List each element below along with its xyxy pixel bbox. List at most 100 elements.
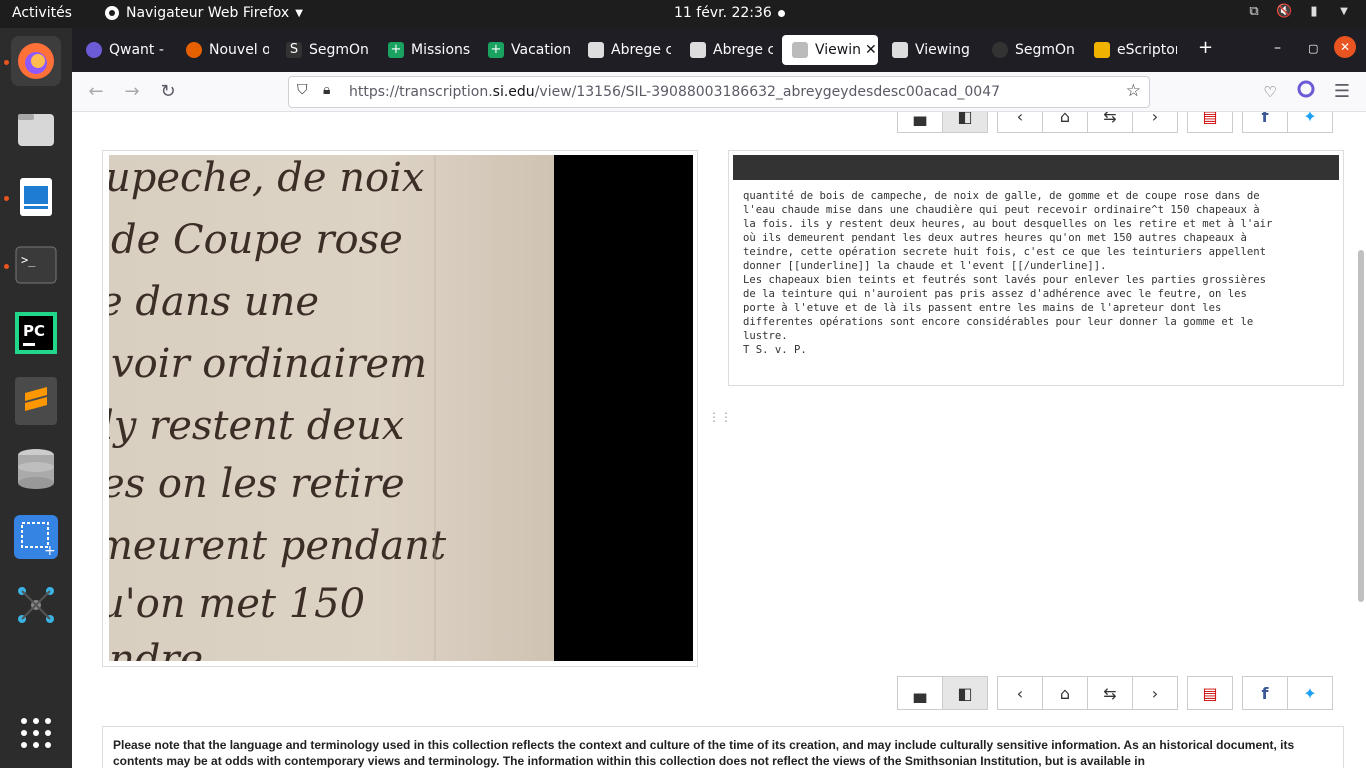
running-indicator: [4, 196, 9, 201]
shield-icon[interactable]: ⛉: [297, 82, 308, 98]
system-top-bar: Activités Navigateur Web Firefox ▼ 11 fé…: [0, 0, 1366, 28]
tab-viewing[interactable]: Viewing: [882, 35, 978, 65]
firefox-dock-icon[interactable]: [11, 36, 61, 86]
forward-icon[interactable]: →: [120, 80, 144, 104]
previous-page-button[interactable]: ‹: [997, 676, 1043, 710]
tab-qwant[interactable]: Qwant -: [76, 35, 172, 65]
reload-icon[interactable]: ↻: [156, 80, 180, 104]
back-icon[interactable]: ←: [84, 80, 108, 104]
page-scrollbar[interactable]: [1358, 250, 1364, 602]
switch-view-button[interactable]: ⇆: [1087, 112, 1133, 133]
maximize-icon[interactable]: ▢: [1308, 42, 1318, 55]
twitter-icon: ✦: [1303, 112, 1317, 126]
manuscript-line: upeche, de noix: [109, 155, 425, 201]
horizontal-layout-button[interactable]: ▄: [897, 676, 943, 710]
manuscript-line: e dans une: [109, 279, 319, 325]
pycharm-dock-icon[interactable]: PC: [11, 308, 61, 358]
home-button[interactable]: ⌂: [1042, 676, 1088, 710]
manuscript-image[interactable]: upeche, de noix de Coupe rose e dans une…: [109, 155, 693, 661]
chevron-down-icon: ▼: [1340, 6, 1348, 17]
next-page-button[interactable]: ›: [1132, 112, 1178, 133]
viewer-toolbar-top: ▄ ◧ ‹ ⌂ ⇆ › ▤ f ✦: [897, 112, 1333, 133]
terminal-dock-icon[interactable]: >_: [11, 240, 61, 290]
pdf-download-button[interactable]: ▤: [1187, 676, 1233, 710]
transcription-panel-header: [733, 155, 1339, 180]
bookmark-star-icon[interactable]: ☆: [1126, 81, 1141, 101]
app-menu[interactable]: Navigateur Web Firefox ▼: [104, 5, 303, 21]
manuscript-line: meurent pendant: [109, 523, 447, 569]
notification-dot-icon: [778, 10, 785, 17]
switch-view-button[interactable]: ⇆: [1087, 676, 1133, 710]
manuscript-handwriting: upeche, de noix de Coupe rose e dans une…: [109, 155, 447, 661]
network-graph-dock-icon[interactable]: [11, 580, 61, 630]
pdf-icon: ▤: [1202, 112, 1218, 126]
layout-horizontal-icon: ▄: [913, 683, 927, 703]
twitter-share-button[interactable]: ✦: [1287, 112, 1333, 133]
manuscript-image-panel[interactable]: upeche, de noix de Coupe rose e dans une…: [102, 150, 698, 667]
tab-abrege-2[interactable]: Abrege c: [680, 35, 776, 65]
menu-icon[interactable]: ☰: [1330, 80, 1354, 104]
tab-missions[interactable]: + Missions: [378, 35, 474, 65]
previous-page-button[interactable]: ‹: [997, 112, 1043, 133]
twitter-share-button[interactable]: ✦: [1287, 676, 1333, 710]
horizontal-layout-button[interactable]: ▄: [897, 112, 943, 133]
minimize-icon[interactable]: –: [1274, 40, 1281, 56]
facebook-icon: f: [1261, 683, 1269, 703]
writer-dock-icon[interactable]: [11, 172, 61, 222]
qwant-extension-icon[interactable]: [1294, 80, 1318, 104]
tab-viewing-active[interactable]: Viewin ✕: [782, 35, 878, 65]
chevron-left-icon: ‹: [1016, 112, 1024, 126]
screenshot-dock-icon[interactable]: +: [11, 512, 61, 562]
viewer-toolbar-bottom: ▄ ◧ ‹ ⌂ ⇆ › ▤ f ✦: [897, 676, 1333, 710]
pocket-icon[interactable]: ♡: [1258, 80, 1282, 104]
tab-abrege-1[interactable]: Abrege c: [578, 35, 674, 65]
transcription-icon: [892, 42, 908, 58]
page-content: ▄ ◧ ‹ ⌂ ⇆ › ▤ f ✦ upeche, de noix de Cou…: [72, 112, 1366, 768]
pdf-download-button[interactable]: ▤: [1187, 112, 1233, 133]
pdf-icon: ▤: [1202, 683, 1218, 703]
home-icon: ⌂: [1059, 112, 1071, 126]
files-dock-icon[interactable]: [11, 104, 61, 154]
tab-segmon[interactable]: S SegmOn: [276, 35, 372, 65]
dock: >_ PC +: [0, 28, 72, 768]
switch-icon: ⇆: [1103, 683, 1117, 703]
sheet-icon: +: [388, 42, 404, 58]
browser-tab-bar: Qwant - Nouvel o S SegmOn + Missions + V…: [72, 28, 1366, 72]
panel-resize-handle[interactable]: ⋮⋮: [708, 410, 732, 424]
tab-vacation[interactable]: + Vacation: [478, 35, 574, 65]
sheet-icon: +: [488, 42, 504, 58]
close-window-icon[interactable]: ✕: [1334, 36, 1356, 58]
segmon-icon: S: [286, 42, 302, 58]
transcription-icon: [792, 42, 808, 58]
new-tab-icon[interactable]: +: [1198, 37, 1213, 58]
chevron-down-icon: ▼: [295, 7, 303, 19]
vertical-layout-button[interactable]: ◧: [942, 676, 988, 710]
next-page-button[interactable]: ›: [1132, 676, 1178, 710]
running-indicator: [4, 264, 9, 269]
manuscript-line: ly restent deux: [109, 403, 404, 449]
activities-button[interactable]: Activités: [12, 5, 72, 21]
svg-text:PC: PC: [23, 322, 45, 340]
facebook-share-button[interactable]: f: [1242, 112, 1288, 133]
firefox-icon: [186, 42, 202, 58]
tab-segmon-github[interactable]: SegmOn: [982, 35, 1078, 65]
show-applications-icon[interactable]: [11, 708, 61, 758]
vertical-layout-button[interactable]: ◧: [942, 112, 988, 133]
manuscript-line: es on les retire: [109, 461, 405, 507]
database-dock-icon[interactable]: [11, 444, 61, 494]
manuscript-line: de Coupe rose: [111, 217, 403, 263]
home-button[interactable]: ⌂: [1042, 112, 1088, 133]
transcription-panel: quantité de bois de campeche, de noix de…: [728, 150, 1344, 386]
escriptorium-icon: [1094, 42, 1110, 58]
sublime-dock-icon[interactable]: [11, 376, 61, 426]
url-bar[interactable]: ⛉ 🔒︎ https://transcription.si.edu/view/1…: [288, 76, 1150, 108]
network-icon: ⧉: [1249, 4, 1259, 19]
system-tray[interactable]: ⧉ 🔇 ▮ ▼: [1246, 4, 1352, 20]
clock[interactable]: 11 févr. 22:36: [674, 5, 772, 21]
tab-escriptorium[interactable]: eScriptor: [1084, 35, 1180, 65]
tab-new-tab[interactable]: Nouvel o: [176, 35, 272, 65]
facebook-share-button[interactable]: f: [1242, 676, 1288, 710]
close-tab-icon[interactable]: ✕: [865, 42, 877, 58]
lock-icon[interactable]: 🔒︎: [323, 82, 330, 98]
chevron-right-icon: ›: [1151, 112, 1159, 126]
